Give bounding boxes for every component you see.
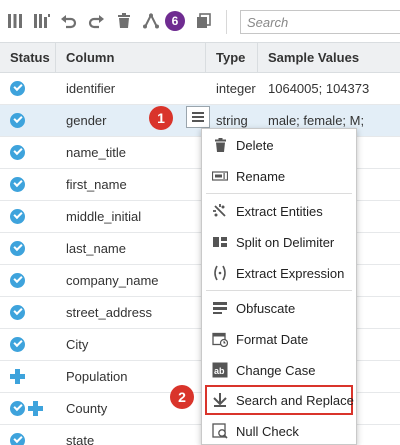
null-check-icon xyxy=(212,423,228,439)
menu-item-label: Obfuscate xyxy=(236,300,296,316)
check-icon xyxy=(10,240,25,256)
menu-item-obfuscate[interactable]: Obfuscate xyxy=(202,293,356,323)
plus-icon xyxy=(10,368,25,384)
check-icon xyxy=(10,304,25,320)
menu-item-label: Change Case xyxy=(236,362,316,378)
menu-item-rename[interactable]: Rename xyxy=(202,161,356,191)
menu-item-extract-entities[interactable]: Extract Entities xyxy=(202,196,356,226)
calendar-icon xyxy=(212,331,228,347)
column-actions-menu: Delete Rename Extract Entities Split on … xyxy=(201,128,357,445)
column-name: City xyxy=(66,337,89,352)
status-cell xyxy=(0,233,56,264)
toolbar-divider xyxy=(226,10,227,34)
menu-item-null-check[interactable]: Null Check xyxy=(202,416,356,445)
status-cell xyxy=(0,297,56,328)
status-cell xyxy=(0,169,56,200)
menu-item-label: Split on Delimiter xyxy=(236,234,335,250)
status-cell xyxy=(0,393,56,424)
check-icon xyxy=(10,336,25,352)
status-cell xyxy=(0,329,56,360)
menu-item-label: Null Check xyxy=(236,423,299,439)
undo-icon[interactable] xyxy=(58,10,80,32)
check-icon xyxy=(10,272,25,288)
check-icon xyxy=(10,144,25,160)
status-cell xyxy=(0,137,56,168)
check-icon xyxy=(10,176,25,192)
callout-marker-1: 1 xyxy=(149,106,173,130)
trash-icon[interactable] xyxy=(113,10,135,32)
column-menu-button[interactable] xyxy=(186,106,210,128)
table-header: Status Column Type Sample Values xyxy=(0,42,400,73)
recommendations-count-badge[interactable]: 6 xyxy=(165,11,185,31)
menu-item-label: Search and Replace xyxy=(236,392,354,408)
search-input[interactable] xyxy=(240,10,400,34)
menu-item-split-on-delimiter[interactable]: Split on Delimiter xyxy=(202,227,356,257)
table-row[interactable]: identifier integer 1064005; 104373 xyxy=(0,73,400,105)
extract-entities-icon xyxy=(212,203,228,219)
menu-divider xyxy=(206,193,352,194)
menu-item-label: Extract Entities xyxy=(236,203,323,219)
check-icon xyxy=(10,208,25,224)
copy-icon[interactable] xyxy=(193,10,215,32)
toolbar: 6 xyxy=(0,0,400,42)
column-name: street_address xyxy=(66,305,152,320)
header-type[interactable]: Type xyxy=(206,43,258,73)
column-name: identifier xyxy=(66,81,116,96)
menu-item-delete[interactable]: Delete xyxy=(202,130,356,160)
column-name: gender xyxy=(66,113,107,128)
menu-item-label: Delete xyxy=(236,137,274,153)
status-cell xyxy=(0,425,56,445)
split-delimiter-icon xyxy=(212,234,228,250)
menu-item-search-and-replace[interactable]: Search and Replace xyxy=(205,385,354,415)
obfuscate-icon xyxy=(212,300,228,316)
menu-divider xyxy=(206,290,352,291)
column-name: name_title xyxy=(66,145,126,160)
hamburger-icon xyxy=(192,112,204,114)
svg-text:ab: ab xyxy=(214,366,225,376)
callout-marker-2: 2 xyxy=(170,385,194,409)
menu-item-label: Rename xyxy=(236,168,286,184)
menu-item-format-date[interactable]: Format Date xyxy=(202,324,356,354)
column-name: first_name xyxy=(66,177,127,192)
column-name: middle_initial xyxy=(66,209,142,224)
column-name: company_name xyxy=(66,273,159,288)
plus-icon xyxy=(28,400,43,416)
columns-split-icon[interactable] xyxy=(31,10,53,32)
columns-icon[interactable] xyxy=(4,10,26,32)
header-status[interactable]: Status xyxy=(0,43,56,73)
status-cell xyxy=(0,201,56,232)
column-name: state xyxy=(66,433,95,445)
menu-item-extract-expression[interactable]: Extract Expression xyxy=(202,258,356,288)
rename-icon xyxy=(212,168,228,184)
status-cell xyxy=(0,361,56,392)
redo-icon[interactable] xyxy=(85,10,107,32)
menu-item-label: Format Date xyxy=(236,331,309,347)
sample-values: 1064005; 104373 xyxy=(268,81,370,96)
column-type: integer xyxy=(216,81,256,96)
status-cell xyxy=(0,265,56,296)
check-icon xyxy=(10,400,25,416)
hamburger-icon-line xyxy=(192,116,204,118)
check-icon xyxy=(10,80,25,96)
change-case-icon: ab xyxy=(212,362,228,378)
menu-item-label: Extract Expression xyxy=(236,265,345,281)
status-cell xyxy=(0,105,56,136)
column-name: last_name xyxy=(66,241,126,256)
header-column[interactable]: Column xyxy=(56,43,206,73)
header-sample-values[interactable]: Sample Values xyxy=(258,43,400,73)
menu-item-change-case[interactable]: ab Change Case xyxy=(202,355,356,385)
search-replace-icon xyxy=(212,392,228,408)
hamburger-icon-line xyxy=(192,120,204,122)
extract-expression-icon xyxy=(212,265,228,281)
check-icon xyxy=(10,432,25,445)
status-cell xyxy=(0,73,56,104)
recommendations-icon[interactable] xyxy=(140,10,162,32)
check-icon xyxy=(10,112,25,128)
trash-icon xyxy=(212,137,228,153)
